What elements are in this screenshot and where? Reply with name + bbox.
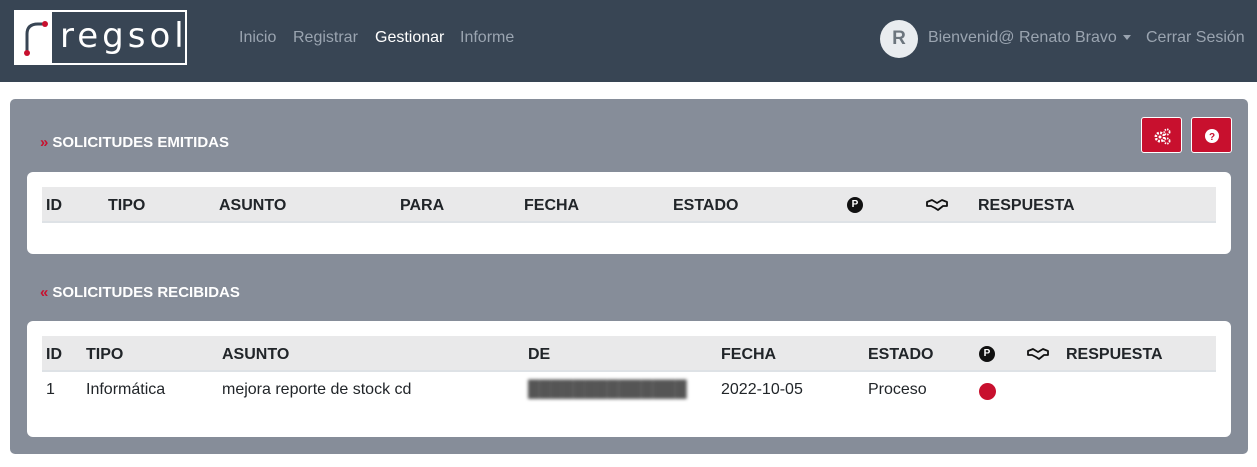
col-asunto: ASUNTO — [219, 197, 287, 214]
user-dropdown[interactable]: Bienvenid@ Renato Bravo — [928, 29, 1131, 47]
nav-gestionar[interactable]: Gestionar — [375, 29, 444, 47]
logout-link[interactable]: Cerrar Sesión — [1146, 29, 1245, 47]
cell-id: 1 — [46, 381, 55, 398]
recibidas-table-header: ID TIPO ASUNTO DE FECHA ESTADO P RESPUES… — [42, 336, 1216, 372]
col-tipo: TIPO — [108, 197, 146, 214]
col-id: ID — [46, 346, 62, 363]
recibidas-card: ID TIPO ASUNTO DE FECHA ESTADO P RESPUES… — [27, 321, 1231, 437]
emitidas-card: ID TIPO ASUNTO PARA FECHA ESTADO P RESPU… — [27, 172, 1231, 254]
caret-down-icon — [1122, 35, 1131, 41]
col-id: ID — [46, 197, 62, 214]
cell-asunto: mejora reporte de stock cd — [222, 381, 412, 398]
col-fecha: FECHA — [721, 346, 777, 363]
parking-p-icon: P — [847, 197, 863, 213]
col-estado: ESTADO — [868, 346, 934, 363]
col-tipo: TIPO — [86, 346, 124, 363]
nav-registrar[interactable]: Registrar — [293, 29, 358, 47]
section-title-emitidas: » SOLICITUDES EMITIDAS — [40, 134, 229, 151]
settings-button[interactable] — [1141, 117, 1182, 153]
cell-estado: Proceso — [868, 381, 927, 398]
col-estado: ESTADO — [673, 197, 739, 214]
navbar: regsol Inicio Registrar Gestionar Inform… — [0, 0, 1257, 82]
handshake-icon — [926, 199, 948, 211]
cell-tipo: Informática — [86, 381, 166, 398]
section-title-recibidas: «SOLICITUDES RECIBIDAS — [40, 284, 240, 301]
section-title-text: SOLICITUDES RECIBIDAS — [52, 284, 240, 301]
handshake-icon — [1027, 348, 1049, 360]
question-circle-icon: ? — [1205, 129, 1219, 143]
cell-fecha: 2022-10-05 — [721, 381, 803, 398]
svg-text:?: ? — [1209, 132, 1215, 143]
gears-icon — [1154, 128, 1171, 145]
cell-de-blurred-email: ██████████████ — [528, 381, 687, 398]
logo-mark-icon — [16, 12, 52, 63]
avatar[interactable]: R — [880, 20, 918, 58]
col-respuesta: RESPUESTA — [978, 197, 1075, 214]
col-de: DE — [528, 346, 551, 363]
chevron-right-icon: » — [40, 134, 49, 151]
logo-text: regsol — [60, 16, 188, 56]
section-title-text: SOLICITUDES EMITIDAS — [52, 134, 230, 151]
col-para: PARA — [400, 197, 445, 214]
emitidas-table-header: ID TIPO ASUNTO PARA FECHA ESTADO P RESPU… — [42, 187, 1216, 223]
main-panel: » SOLICITUDES EMITIDAS ? ID TIPO ASUNTO P… — [10, 99, 1248, 454]
help-button[interactable]: ? — [1191, 117, 1232, 153]
col-asunto: ASUNTO — [222, 346, 290, 363]
col-respuesta: RESPUESTA — [1066, 346, 1163, 363]
nav-inicio[interactable]: Inicio — [239, 29, 276, 47]
regsol-logo[interactable]: regsol — [14, 10, 187, 65]
chevron-left-icon: « — [40, 284, 49, 301]
col-fecha: FECHA — [524, 197, 580, 214]
parking-p-icon: P — [979, 346, 995, 362]
priority-dot[interactable] — [979, 383, 996, 400]
nav-informe[interactable]: Informe — [460, 29, 514, 47]
user-greeting: Bienvenid@ Renato Bravo — [928, 29, 1117, 46]
